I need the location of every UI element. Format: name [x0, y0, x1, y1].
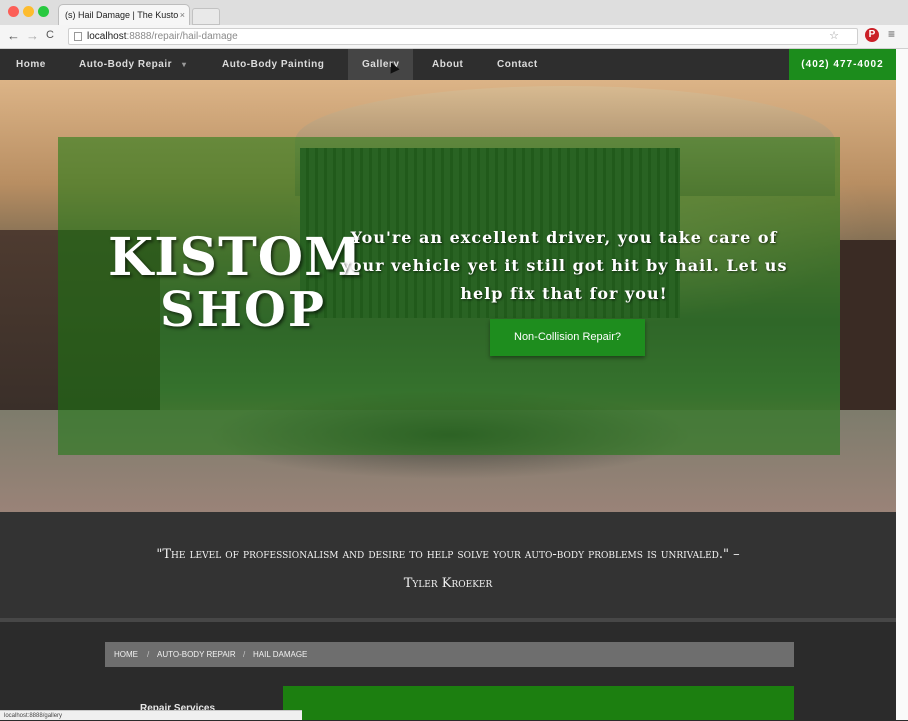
page-icon: [74, 32, 82, 41]
quote-text: "The level of professionalism and desire…: [156, 547, 740, 562]
non-collision-repair-button[interactable]: Non-Collision Repair?: [490, 319, 645, 356]
nav-about[interactable]: About: [432, 49, 463, 80]
tab-close-icon[interactable]: ×: [180, 5, 185, 25]
maximize-window-icon[interactable]: [38, 6, 49, 17]
breadcrumb-home[interactable]: HOME: [114, 642, 138, 667]
logo-line-1: KISTOM: [108, 227, 363, 288]
phone-button[interactable]: (402) 477-4002: [789, 49, 896, 80]
browser-tab[interactable]: (s) Hail Damage | The Kusto ×: [58, 4, 190, 25]
breadcrumb-separator: /: [243, 650, 246, 659]
bookmark-star-icon[interactable]: ☆: [829, 29, 839, 42]
chevron-down-icon: ▾: [182, 60, 187, 69]
forward-icon[interactable]: →: [26, 28, 39, 43]
breadcrumb-current: HAIL DAMAGE: [253, 650, 308, 659]
breadcrumb-separator: /: [147, 650, 150, 659]
pinterest-extension-icon[interactable]: P: [865, 28, 879, 42]
site-navigation: Home Auto-Body Repair ▾ Auto-Body Paintin…: [0, 49, 896, 80]
testimonial-band: "The level of professionalism and desire…: [0, 512, 896, 618]
testimonial-quote: "The level of professionalism and desire…: [90, 540, 806, 598]
kistom-shop-logo[interactable]: KISTOM SHOP: [108, 230, 362, 348]
breadcrumb-auto-body-repair[interactable]: AUTO-BODY REPAIR: [157, 642, 236, 667]
logo-line-2: SHOP: [160, 282, 326, 338]
reload-icon[interactable]: C: [46, 29, 54, 41]
nav-home[interactable]: Home: [16, 49, 46, 80]
quote-author: Tyler Kroeker: [403, 576, 493, 591]
browser-menu-icon[interactable]: ≡: [888, 27, 895, 41]
nav-contact[interactable]: Contact: [497, 49, 538, 80]
back-icon[interactable]: ←: [7, 28, 20, 43]
nav-auto-body-repair[interactable]: Auto-Body Repair ▾: [79, 49, 187, 80]
hero-tagline: You're an excellent driver, you take car…: [340, 228, 788, 303]
close-window-icon[interactable]: [8, 6, 19, 17]
content-panel: [283, 686, 794, 720]
address-bar[interactable]: localhost:8888/repair/hail-damage ☆: [68, 28, 858, 45]
page-edge: [896, 49, 908, 720]
nav-auto-body-painting[interactable]: Auto-Body Painting: [222, 49, 324, 80]
status-bar-url: localhost:8888/gallery: [0, 710, 302, 720]
url-text: localhost:8888/repair/hail-damage: [87, 31, 238, 42]
browser-toolbar: ← → C localhost:8888/repair/hail-damage …: [0, 25, 908, 49]
new-tab-button[interactable]: [192, 8, 220, 25]
browser-tab-bar: (s) Hail Damage | The Kusto ×: [0, 0, 908, 26]
breadcrumb: HOME / AUTO-BODY REPAIR / HAIL DAMAGE: [105, 642, 794, 667]
nav-gallery[interactable]: Gallery: [348, 49, 414, 80]
tab-title: (s) Hail Damage | The Kusto: [65, 10, 179, 20]
minimize-window-icon[interactable]: [23, 6, 34, 17]
